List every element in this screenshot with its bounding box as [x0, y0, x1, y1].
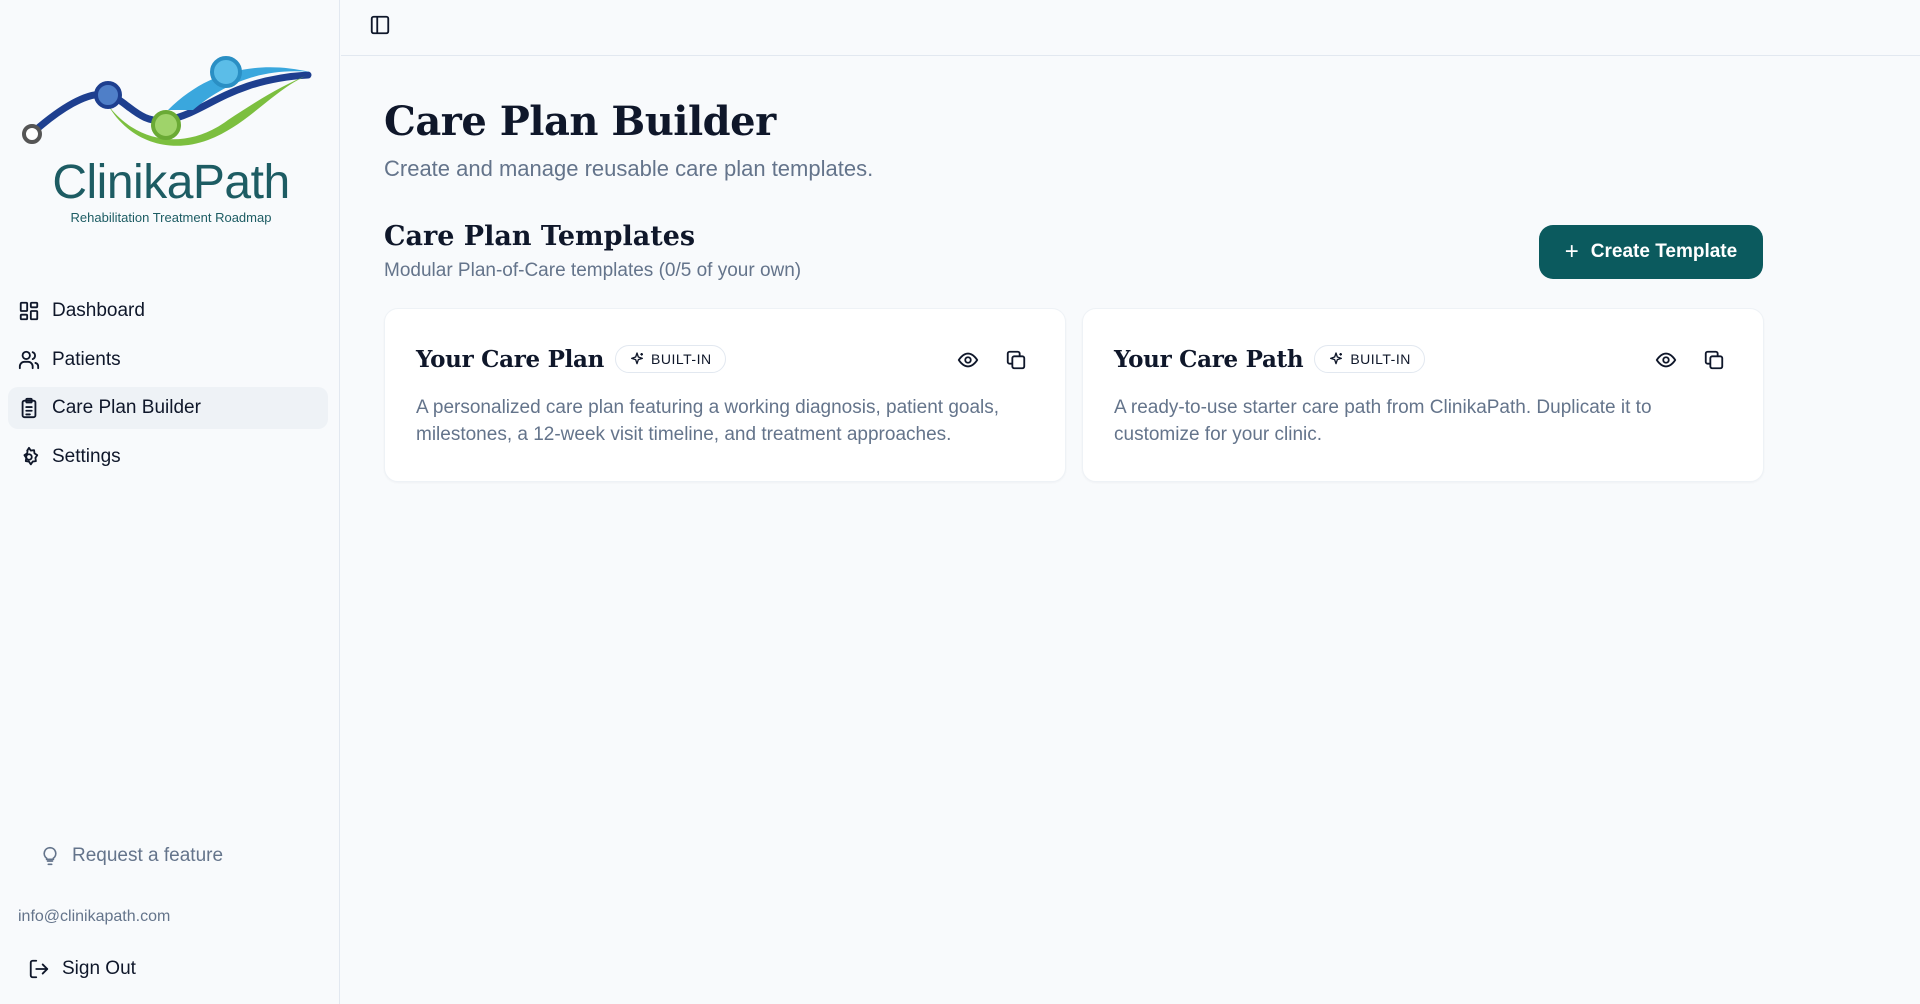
- clinikapath-logo[interactable]: ClinikaPath Rehabilitation Treatment Roa…: [18, 50, 318, 230]
- sidebar-item-label: Settings: [52, 445, 121, 467]
- sidebar-item-label: Patients: [52, 348, 121, 370]
- card-description: A ready-to-use starter care path from Cl…: [1114, 397, 1652, 445]
- copy-icon[interactable]: [1703, 349, 1727, 373]
- card-title: Your Care Path: [1114, 345, 1304, 373]
- card-header: Your Care Path BUILT-IN: [1114, 345, 1425, 373]
- sidebar: ClinikaPath Rehabilitation Treatment Roa…: [0, 0, 340, 1004]
- request-feature-label: Request a feature: [72, 845, 224, 866]
- logo-wordmark: ClinikaPath: [52, 156, 290, 209]
- top-bar: [341, 0, 1920, 56]
- sign-out-button[interactable]: Sign Out: [28, 958, 136, 980]
- request-feature-link[interactable]: Request a feature: [40, 845, 223, 867]
- sparkles-icon: [1328, 351, 1344, 367]
- built-in-badge: BUILT-IN: [1314, 345, 1425, 373]
- plus-icon: +: [1564, 238, 1579, 265]
- sidebar-item-settings[interactable]: Settings: [8, 436, 328, 478]
- sidebar-item-dashboard[interactable]: Dashboard: [8, 290, 328, 332]
- users-icon: [18, 349, 40, 371]
- eye-icon[interactable]: [1655, 349, 1679, 373]
- logo-tagline: Rehabilitation Treatment Roadmap: [70, 210, 272, 225]
- template-card[interactable]: Your Care Path BUILT-IN A ready-to-use s…: [1082, 308, 1764, 482]
- create-template-label: Create Template: [1590, 241, 1738, 262]
- sidebar-item-care-plan-builder[interactable]: Care Plan Builder: [8, 387, 328, 429]
- create-template-button[interactable]: + Create Template: [1539, 225, 1763, 279]
- lightbulb-icon: [40, 845, 60, 867]
- section-title: Care Plan Templates: [384, 221, 696, 252]
- card-actions: [1655, 349, 1727, 373]
- page-title: Care Plan Builder: [384, 98, 776, 145]
- page-subtitle: Create and manage reusable care plan tem…: [384, 156, 874, 181]
- section-subtitle: Modular Plan-of-Care templates (0/5 of y…: [384, 260, 802, 281]
- card-header: Your Care Plan BUILT-IN: [416, 345, 726, 373]
- copy-icon[interactable]: [1005, 349, 1029, 373]
- log-out-icon: [28, 958, 50, 980]
- card-description: A personalized care plan featuring a wor…: [416, 397, 1000, 445]
- badge-label: BUILT-IN: [651, 351, 712, 367]
- sparkles-icon: [629, 351, 645, 367]
- built-in-badge: BUILT-IN: [615, 345, 726, 373]
- panel-left-icon[interactable]: [369, 14, 393, 38]
- badge-label: BUILT-IN: [1350, 351, 1411, 367]
- sidebar-item-patients[interactable]: Patients: [8, 339, 328, 381]
- dashboard-icon: [18, 300, 40, 322]
- clipboard-icon: [18, 397, 40, 419]
- card-actions: [957, 349, 1029, 373]
- sidebar-item-label: Care Plan Builder: [52, 397, 201, 418]
- sidebar-nav: Dashboard Patients Care Plan Builder Set…: [8, 290, 328, 484]
- gear-icon: [18, 446, 40, 468]
- sidebar-item-label: Dashboard: [52, 300, 145, 321]
- sign-out-label: Sign Out: [62, 958, 136, 979]
- template-card[interactable]: Your Care Plan BUILT-IN A personalized c…: [384, 308, 1066, 482]
- user-email: info@clinikapath.com: [18, 908, 171, 925]
- card-title: Your Care Plan: [416, 345, 605, 373]
- eye-icon[interactable]: [957, 349, 981, 373]
